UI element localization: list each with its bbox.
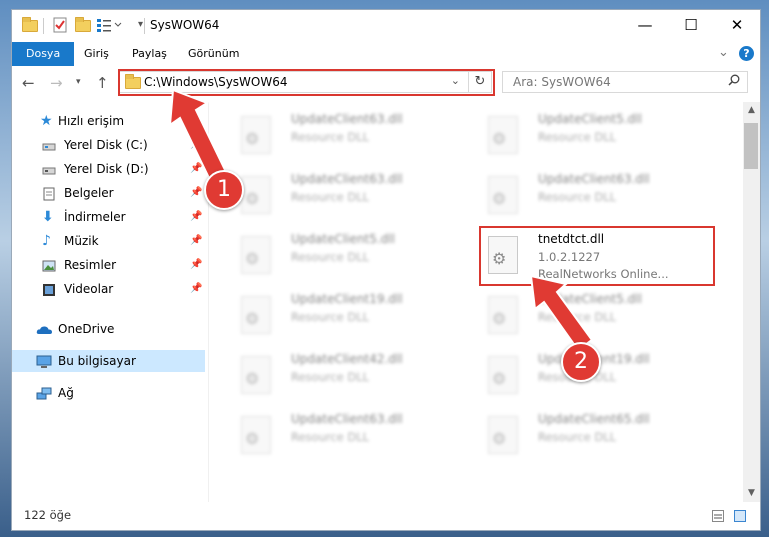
arrow-2 bbox=[529, 274, 594, 352]
explorer-window: ▾ SysWOW64 — ☐ ✕ Dosya Giriş Paylaş Görü… bbox=[11, 9, 761, 531]
arrow-2-shape bbox=[529, 274, 594, 352]
step-2-badge: 2 bbox=[561, 342, 601, 382]
annotation-arrows bbox=[168, 88, 594, 352]
step-1-badge: 1 bbox=[204, 170, 244, 210]
arrow-1-shape bbox=[168, 88, 228, 182]
arrow-1 bbox=[168, 88, 228, 182]
